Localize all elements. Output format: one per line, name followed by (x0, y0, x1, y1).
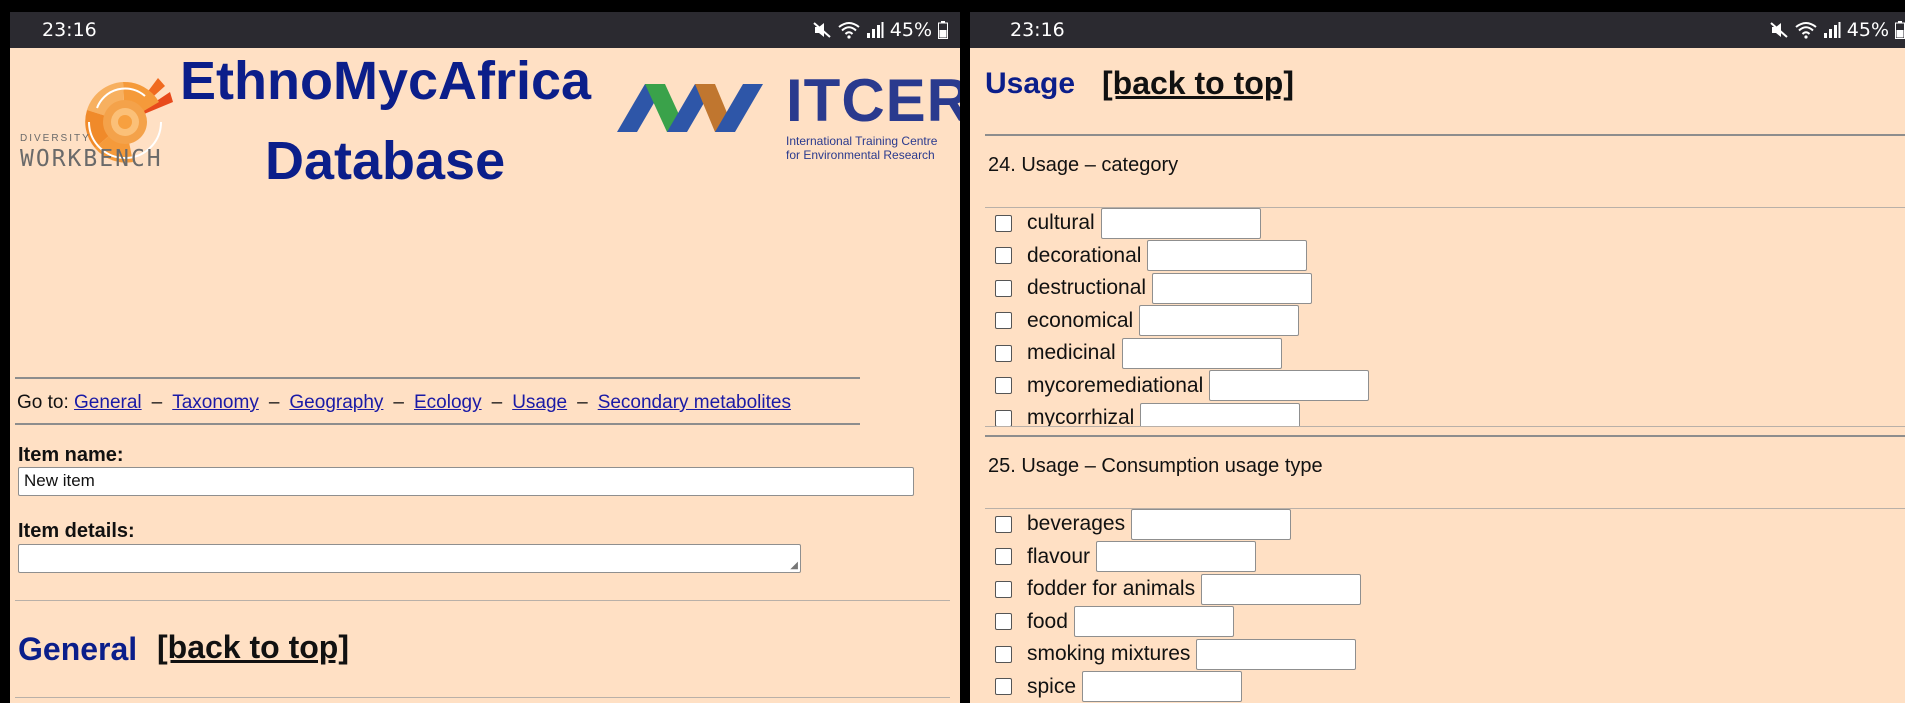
resize-handle-icon[interactable]: ◢ (790, 560, 798, 571)
checkbox[interactable] (995, 279, 1012, 297)
option-text-input[interactable] (1209, 370, 1370, 402)
battery-percent: 45% (889, 19, 932, 41)
divider (985, 426, 1905, 427)
option-text-input[interactable] (1196, 638, 1357, 670)
goto-link-secondary-metabolites[interactable]: Secondary metabolites (598, 392, 791, 413)
mute-icon (813, 22, 831, 38)
checkbox[interactable] (995, 613, 1012, 631)
goto-link-general[interactable]: General (74, 392, 142, 413)
question-24-title: 24. Usage – category (988, 154, 1179, 176)
status-icons: 45% (1769, 19, 1905, 41)
option-row: flavour (985, 541, 1905, 574)
option-row: economical (985, 305, 1905, 338)
section-general-heading: General (18, 631, 138, 667)
option-text-input[interactable] (1121, 337, 1282, 369)
option-row: cultural (985, 207, 1905, 240)
option-row: destructional (985, 272, 1905, 305)
option-text-input[interactable] (1096, 541, 1257, 573)
option-text-input[interactable] (1082, 671, 1243, 703)
wifi-icon (1795, 22, 1817, 39)
right-pane: 23:16 45% Usage [back to top] 24. Usage … (970, 12, 1905, 703)
status-time: 23:16 (42, 19, 97, 41)
status-icons: 45% (812, 19, 948, 41)
checkbox[interactable] (995, 214, 1012, 232)
section-usage-heading: Usage (985, 67, 1076, 100)
africa-wave-logo-icon (617, 84, 763, 132)
option-text-input[interactable] (1201, 573, 1362, 605)
option-row: beverages (985, 508, 1905, 541)
logo-workbench-text: WORKBENCH (20, 146, 163, 172)
itcer-logo-text: ITCER (786, 67, 960, 134)
divider (15, 423, 860, 425)
divider (985, 435, 1905, 437)
option-row: smoking mixtures (985, 638, 1905, 671)
status-bar: 23:16 45% (970, 12, 1905, 48)
item-name-label: Item name: (18, 444, 124, 466)
logo-diversity-text: DIVERSITY (20, 133, 91, 144)
battery-icon (938, 21, 948, 39)
question-24-options: cultural decorational destructional econ… (985, 207, 1905, 426)
checkbox[interactable] (995, 645, 1012, 663)
option-text-input[interactable] (1140, 402, 1301, 426)
back-to-top-link[interactable]: [back to top] (157, 629, 349, 666)
checkbox[interactable] (995, 409, 1012, 426)
battery-percent: 45% (1846, 19, 1889, 41)
option-row: decorational (985, 240, 1905, 273)
question-25-title: 25. Usage – Consumption usage type (988, 455, 1323, 477)
wifi-icon (838, 22, 860, 39)
checkbox[interactable] (995, 344, 1012, 362)
option-row: mycoremediational (985, 370, 1905, 403)
item-details-label: Item details: (18, 520, 135, 542)
itcer-subtitle: International Training Centre for Enviro… (786, 134, 938, 162)
option-row: food (985, 606, 1905, 639)
divider (15, 377, 860, 379)
goto-link-ecology[interactable]: Ecology (414, 392, 482, 413)
site-title-line1: EthnoMycAfrica (180, 51, 592, 111)
site-title-line2: Database (265, 131, 506, 191)
status-bar: 23:16 45% (10, 12, 960, 48)
signal-icon (1823, 22, 1841, 38)
mute-icon (1770, 22, 1788, 38)
divider (985, 134, 1905, 136)
signal-icon (866, 22, 884, 38)
item-details-textarea[interactable]: ◢ (18, 544, 801, 573)
option-row: spice (985, 671, 1905, 703)
divider (15, 600, 950, 601)
option-text-input[interactable] (1152, 272, 1313, 304)
checkbox[interactable] (995, 312, 1012, 330)
left-pane: 23:16 45% DIVERSITY WORKBENCH EthnoMycAf… (10, 12, 960, 703)
option-row: fodder for animals (985, 573, 1905, 606)
battery-icon (1895, 21, 1905, 39)
checkbox[interactable] (995, 580, 1012, 598)
goto-link-usage[interactable]: Usage (512, 392, 567, 413)
goto-navigation: Go to: General – Taxonomy – Geography – Ecolog… (17, 392, 791, 413)
question-25-options: beverages flavour fodder for animals foo… (985, 508, 1905, 703)
option-text-input[interactable] (1073, 606, 1234, 638)
option-row: mycorrhizal (985, 402, 1905, 426)
diversity-workbench-logo-icon (85, 78, 173, 163)
divider (15, 697, 950, 698)
checkbox[interactable] (995, 377, 1012, 395)
option-row: medicinal (985, 337, 1905, 370)
checkbox[interactable] (995, 247, 1012, 265)
checkbox[interactable] (995, 548, 1012, 566)
item-name-input[interactable]: New item (18, 467, 914, 496)
status-time: 23:16 (1010, 19, 1065, 41)
option-text-input[interactable] (1100, 207, 1261, 239)
back-to-top-link[interactable]: [back to top] (1102, 65, 1294, 102)
goto-link-taxonomy[interactable]: Taxonomy (172, 392, 259, 413)
checkbox[interactable] (995, 678, 1012, 696)
option-text-input[interactable] (1139, 305, 1300, 337)
checkbox[interactable] (995, 515, 1012, 533)
option-text-input[interactable] (1147, 240, 1308, 272)
goto-link-geography[interactable]: Geography (289, 392, 383, 413)
option-text-input[interactable] (1131, 508, 1292, 540)
